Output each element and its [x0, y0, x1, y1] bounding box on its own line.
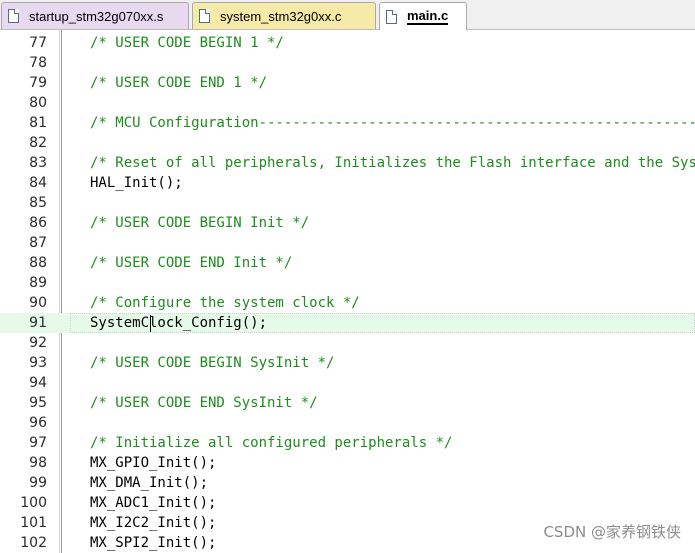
code-line[interactable]: 92	[0, 333, 695, 353]
code-line[interactable]: 94	[0, 373, 695, 393]
code-line[interactable]: 89	[0, 273, 695, 293]
line-number: 84	[29, 175, 47, 191]
code-statement: SystemClock_Config();	[90, 315, 268, 331]
line-number: 97	[29, 435, 47, 451]
code-line[interactable]: 86 /* USER CODE BEGIN Init */	[0, 213, 695, 233]
line-number: 80	[29, 95, 47, 111]
code-line[interactable]: 90 /* Configure the system clock */	[0, 293, 695, 313]
file-icon	[386, 9, 397, 24]
line-number: 81	[29, 115, 47, 131]
code-line[interactable]: 97 /* Initialize all configured periphera…	[0, 433, 695, 453]
code-line[interactable]: 88 /* USER CODE END Init */	[0, 253, 695, 273]
code-editor[interactable]: 77 /* USER CODE BEGIN 1 */ 78 79 /* USER COD…	[0, 30, 695, 553]
code-comment: /* MCU Configuration--------------------…	[90, 115, 695, 131]
code-statement: MX_DMA_Init();	[90, 475, 209, 491]
code-line[interactable]: 87	[0, 233, 695, 253]
code-comment: /* USER CODE END Init */	[90, 255, 293, 271]
code-line[interactable]: 81 /* MCU Configuration------------------…	[0, 113, 695, 133]
code-line[interactable]: 83 /* Reset of all peripherals, Initializ…	[0, 153, 695, 173]
line-number: 77	[29, 35, 47, 51]
code-line[interactable]: 98 MX_GPIO_Init();	[0, 453, 695, 473]
code-comment: /* Initialize all configured peripherals…	[90, 435, 453, 451]
code-statement: MX_I2C2_Init();	[90, 515, 217, 531]
file-icon	[199, 9, 210, 23]
code-line[interactable]: 99 MX_DMA_Init();	[0, 473, 695, 493]
code-line[interactable]: 79 /* USER CODE END 1 */	[0, 73, 695, 93]
code-line[interactable]: 84 HAL_Init();	[0, 173, 695, 193]
code-line[interactable]: 93 /* USER CODE BEGIN SysInit */	[0, 353, 695, 373]
code-line[interactable]: 91 SystemClock_Config();	[0, 313, 695, 333]
code-comment: /* USER CODE END 1 */	[90, 75, 268, 91]
line-number: 102	[20, 535, 47, 551]
tab-system-file[interactable]: system_stm32g0xx.c	[192, 2, 376, 29]
line-number: 78	[29, 55, 47, 71]
code-line[interactable]: 78	[0, 53, 695, 73]
tab-label: system_stm32g0xx.c	[220, 8, 342, 24]
line-number: 87	[29, 235, 47, 251]
editor-tab-bar: startup_stm32g070xx.s system_stm32g0xx.c…	[0, 0, 695, 30]
code-comment: /* USER CODE END SysInit */	[90, 395, 318, 411]
code-statement: MX_ADC1_Init();	[90, 495, 217, 511]
code-line[interactable]: 80	[0, 93, 695, 113]
code-line[interactable]: 95 /* USER CODE END SysInit */	[0, 393, 695, 413]
text-cursor	[150, 315, 151, 332]
tab-label: main.c	[407, 8, 449, 25]
line-number: 91	[29, 315, 47, 331]
code-line[interactable]: 77 /* USER CODE BEGIN 1 */	[0, 33, 695, 53]
line-number: 86	[29, 215, 47, 231]
code-statement: MX_GPIO_Init();	[90, 455, 217, 471]
line-number: 90	[29, 295, 47, 311]
line-number: 95	[29, 395, 47, 411]
tab-startup-file[interactable]: startup_stm32g070xx.s	[1, 2, 189, 29]
line-number: 98	[29, 455, 47, 471]
line-number: 85	[29, 195, 47, 211]
code-line[interactable]: 96	[0, 413, 695, 433]
code-line[interactable]: 82	[0, 133, 695, 153]
line-number: 99	[29, 475, 47, 491]
code-comment: /* Reset of all peripherals, Initializes…	[90, 155, 695, 171]
file-icon	[8, 9, 19, 23]
code-comment: /* USER CODE BEGIN Init */	[90, 215, 310, 231]
line-number: 92	[29, 335, 47, 351]
line-number: 96	[29, 415, 47, 431]
code-statement: HAL_Init();	[90, 175, 183, 191]
code-statement: MX_SPI2_Init();	[90, 535, 217, 551]
line-number: 94	[29, 375, 47, 391]
tab-label: startup_stm32g070xx.s	[29, 8, 164, 24]
line-number: 93	[29, 355, 47, 371]
line-number: 88	[29, 255, 47, 271]
code-line[interactable]: 100 MX_ADC1_Init();	[0, 493, 695, 513]
code-line[interactable]: 85	[0, 193, 695, 213]
line-number: 100	[20, 495, 47, 511]
line-number: 89	[29, 275, 47, 291]
line-number: 79	[29, 75, 47, 91]
line-number: 82	[29, 135, 47, 151]
code-comment: /* Configure the system clock */	[90, 295, 360, 311]
tab-main-file[interactable]: main.c	[379, 2, 467, 30]
code-comment: /* USER CODE BEGIN SysInit */	[90, 355, 335, 371]
watermark: CSDN @家养钢铁侠	[541, 521, 683, 542]
code-comment: /* USER CODE BEGIN 1 */	[90, 35, 284, 51]
line-number: 101	[20, 515, 47, 531]
line-number: 83	[29, 155, 47, 171]
